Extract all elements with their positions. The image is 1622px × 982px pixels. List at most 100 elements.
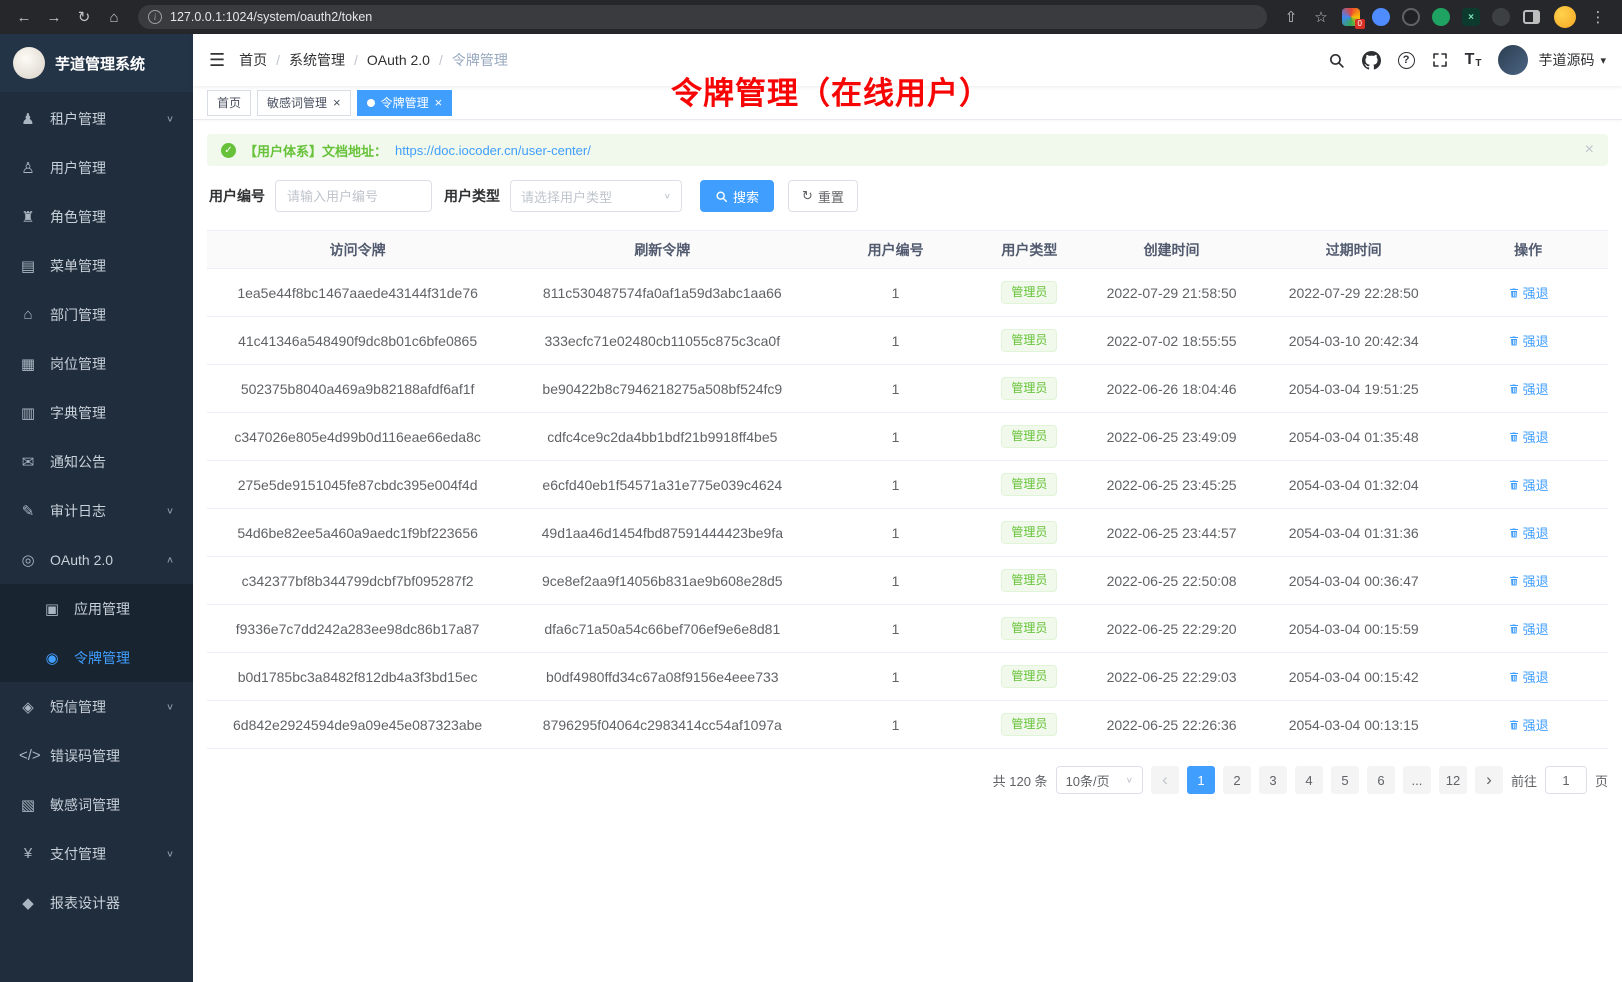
- tab-item-3[interactable]: 令牌管理×: [357, 90, 453, 116]
- force-logout-label: 强退: [1523, 667, 1549, 686]
- sidebar-item-payment[interactable]: ¥支付管理∨: [0, 829, 193, 878]
- force-logout-label: 强退: [1523, 331, 1549, 350]
- sidebar-item-report[interactable]: ◆报表设计器: [0, 878, 193, 927]
- bookmark-star-icon[interactable]: ☆: [1307, 3, 1335, 31]
- user-icon: ♙: [19, 159, 37, 177]
- sidebar-item-user[interactable]: ♙用户管理: [0, 143, 193, 192]
- page-size-select[interactable]: 10条/页 ∨: [1056, 766, 1143, 794]
- dept-icon: ⌂: [19, 306, 37, 323]
- sidebar-item-dict[interactable]: ▥字典管理: [0, 388, 193, 437]
- app-icon: ▣: [43, 600, 61, 618]
- home-icon[interactable]: ⌂: [100, 3, 128, 31]
- search-icon[interactable]: [1328, 52, 1345, 69]
- sidebar-item-tenant[interactable]: ♟租户管理∨: [0, 94, 193, 143]
- pagination-page-4[interactable]: 4: [1295, 766, 1323, 794]
- app-logo[interactable]: 芋道管理系统: [0, 34, 193, 92]
- breadcrumb-item[interactable]: 首页: [239, 50, 267, 70]
- sidebar-item-sensitive[interactable]: ▧敏感词管理: [0, 780, 193, 829]
- address-bar[interactable]: i 127.0.0.1:1024/system/oauth2/token: [138, 5, 1267, 29]
- sidebar-item-notice[interactable]: ✉通知公告: [0, 437, 193, 486]
- create-time-cell: 2022-06-25 23:49:09: [1084, 413, 1259, 461]
- pagination-prev-icon[interactable]: ‹: [1151, 766, 1179, 794]
- tab-close-icon[interactable]: ×: [435, 96, 443, 109]
- force-logout-button[interactable]: 强退: [1508, 379, 1549, 398]
- pagination-page-12[interactable]: 12: [1439, 766, 1467, 794]
- extension-icon[interactable]: 0: [1342, 8, 1360, 26]
- search-button[interactable]: 搜索: [700, 180, 774, 212]
- pagination-page-6[interactable]: 6: [1367, 766, 1395, 794]
- fullscreen-icon[interactable]: [1432, 52, 1448, 68]
- back-icon[interactable]: ←: [10, 3, 38, 31]
- user-type-select[interactable]: 请选择用户类型 ∨: [510, 180, 682, 212]
- force-logout-label: 强退: [1523, 571, 1549, 590]
- sidebar-item-post[interactable]: ▦岗位管理: [0, 339, 193, 388]
- help-icon[interactable]: ?: [1398, 52, 1415, 69]
- user-id-cell: 1: [816, 605, 974, 653]
- github-icon[interactable]: [1362, 51, 1381, 70]
- pagination-next-icon[interactable]: ›: [1475, 766, 1503, 794]
- user-caret-down-icon[interactable]: ▾: [1600, 54, 1606, 67]
- alert-doc-link[interactable]: https://doc.iocoder.cn/user-center/: [395, 143, 591, 158]
- browser-profile-avatar[interactable]: [1554, 6, 1576, 28]
- share-icon[interactable]: ⇧: [1277, 3, 1305, 31]
- reload-icon[interactable]: ↻: [70, 3, 98, 31]
- user-name[interactable]: 芋道源码: [1538, 50, 1594, 70]
- sidebar-toggle-hamburger-icon[interactable]: ☰: [209, 50, 225, 71]
- force-logout-button[interactable]: 强退: [1508, 571, 1549, 590]
- table-row: 275e5de9151045fe87cbdc395e004f4d e6cfd40…: [207, 461, 1608, 509]
- pagination-page-2[interactable]: 2: [1223, 766, 1251, 794]
- action-cell: 强退: [1448, 653, 1608, 701]
- user-id-cell: 1: [816, 365, 974, 413]
- action-cell: 强退: [1448, 365, 1608, 413]
- tab-close-icon[interactable]: ×: [333, 96, 341, 109]
- user-avatar[interactable]: [1498, 45, 1528, 75]
- user-type-badge: 管理员: [1001, 281, 1057, 303]
- sidebar-item-dept[interactable]: ⌂部门管理: [0, 290, 193, 339]
- force-logout-button[interactable]: 强退: [1508, 523, 1549, 542]
- sidebar-item-app[interactable]: ▣应用管理: [0, 584, 193, 633]
- pagination-more[interactable]: ...: [1403, 766, 1431, 794]
- force-logout-button[interactable]: 强退: [1508, 283, 1549, 302]
- user-type-cell: 管理员: [975, 605, 1084, 653]
- breadcrumb-item[interactable]: OAuth 2.0: [367, 52, 430, 68]
- trash-icon: [1508, 575, 1520, 587]
- force-logout-button[interactable]: 强退: [1508, 715, 1549, 734]
- force-logout-button[interactable]: 强退: [1508, 475, 1549, 494]
- create-time-cell: 2022-06-25 22:29:20: [1084, 605, 1259, 653]
- pagination-page-5[interactable]: 5: [1331, 766, 1359, 794]
- breadcrumb-item[interactable]: 系统管理: [289, 50, 345, 70]
- user-id-input[interactable]: [275, 180, 432, 212]
- user-id-cell: 1: [816, 461, 974, 509]
- access-token-cell: 41c41346a548490f9dc8b01c6bfe0865: [207, 317, 508, 365]
- forward-icon[interactable]: →: [40, 3, 68, 31]
- extension-icon[interactable]: [1372, 8, 1390, 26]
- extension-icon[interactable]: [1432, 8, 1450, 26]
- reset-button[interactable]: ↻ 重置: [788, 180, 858, 212]
- font-size-icon[interactable]: TT: [1465, 51, 1482, 69]
- pagination-page-1[interactable]: 1: [1187, 766, 1215, 794]
- pagination-goto-input[interactable]: [1545, 766, 1587, 794]
- force-logout-button[interactable]: 强退: [1508, 331, 1549, 350]
- sidebar-item-role[interactable]: ♜角色管理: [0, 192, 193, 241]
- extension-icon[interactable]: [1402, 8, 1420, 26]
- tab-item-2[interactable]: 敏感词管理×: [257, 90, 351, 116]
- sidebar-item-oauth[interactable]: ◎OAuth 2.0∧: [0, 535, 193, 584]
- sidebar-item-audit[interactable]: ✎审计日志∨: [0, 486, 193, 535]
- alert-close-icon[interactable]: ×: [1585, 141, 1594, 159]
- pagination-page-3[interactable]: 3: [1259, 766, 1287, 794]
- browser-menu-kebab-icon[interactable]: ⋮: [1584, 3, 1612, 31]
- force-logout-button[interactable]: 强退: [1508, 619, 1549, 638]
- chevron-down-icon: ∨: [166, 113, 174, 123]
- tab-item-1[interactable]: 首页: [207, 90, 251, 116]
- sidebar-item-menu[interactable]: ▤菜单管理: [0, 241, 193, 290]
- expire-time-cell: 2054-03-04 19:51:25: [1259, 365, 1448, 413]
- sidebar-item-sms[interactable]: ◈短信管理∨: [0, 682, 193, 731]
- site-info-icon[interactable]: i: [148, 10, 162, 24]
- sidebar-item-errcode[interactable]: </>错误码管理: [0, 731, 193, 780]
- force-logout-button[interactable]: 强退: [1508, 667, 1549, 686]
- split-screen-icon[interactable]: [1523, 10, 1540, 24]
- extension-icon[interactable]: [1492, 8, 1510, 26]
- force-logout-button[interactable]: 强退: [1508, 427, 1549, 446]
- sidebar-item-token[interactable]: ◉令牌管理: [0, 633, 193, 682]
- extension-icon[interactable]: ×: [1462, 8, 1480, 26]
